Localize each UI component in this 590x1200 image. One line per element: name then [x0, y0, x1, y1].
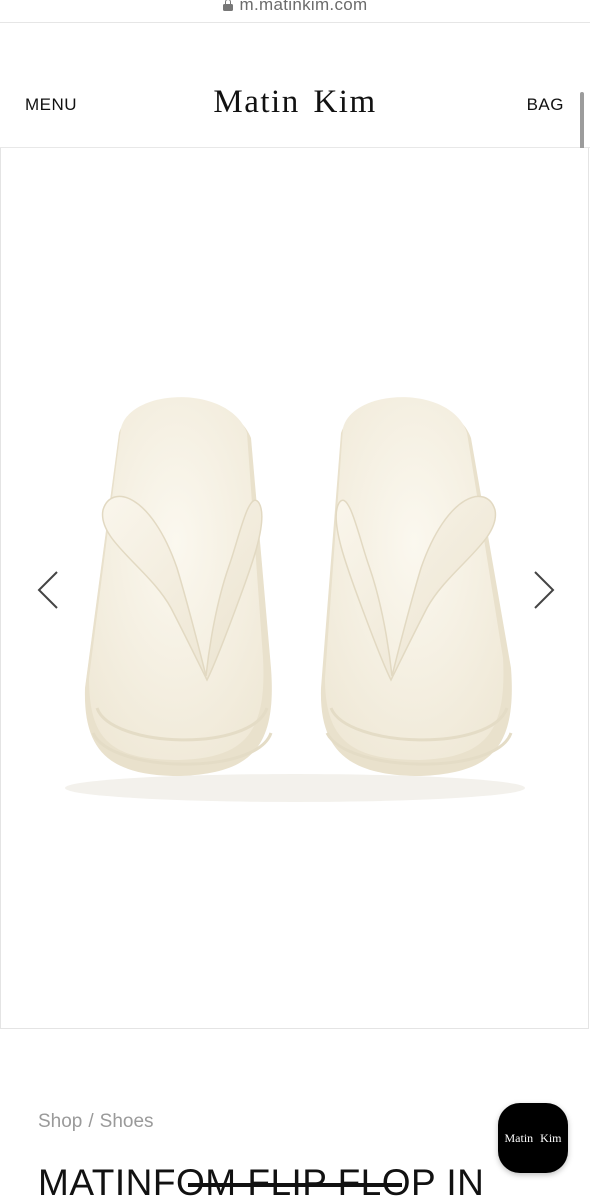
chat-button[interactable]: Matin Kim — [498, 1103, 568, 1173]
product-page: m.matinkim.com MENU Matin Kim BAG Shop /… — [0, 0, 590, 1200]
title-overlay-line — [188, 1183, 402, 1187]
url-text: m.matinkim.com — [239, 0, 368, 14]
breadcrumb-shoes[interactable]: Shoes — [100, 1111, 154, 1132]
breadcrumb-shop[interactable]: Shop — [38, 1111, 82, 1132]
right-sandal — [320, 397, 513, 776]
chevron-right-icon[interactable] — [529, 568, 559, 612]
browser-url-bar[interactable]: m.matinkim.com — [0, 0, 590, 23]
site-header: MENU Matin Kim BAG — [0, 60, 590, 148]
product-gallery[interactable] — [0, 148, 589, 1029]
breadcrumb-separator: / — [88, 1111, 94, 1132]
bag-button[interactable]: BAG — [527, 95, 564, 115]
url-display: m.matinkim.com — [222, 0, 368, 15]
chevron-left-icon[interactable] — [33, 568, 63, 612]
breadcrumb: Shop / Shoes — [38, 1111, 154, 1133]
left-sandal — [84, 397, 273, 776]
brand-logo[interactable]: Matin Kim — [0, 84, 590, 121]
product-image — [65, 397, 525, 802]
product-title: MATINFOM FLIP FLOP IN — [38, 1162, 485, 1200]
lock-icon — [222, 0, 233, 11]
